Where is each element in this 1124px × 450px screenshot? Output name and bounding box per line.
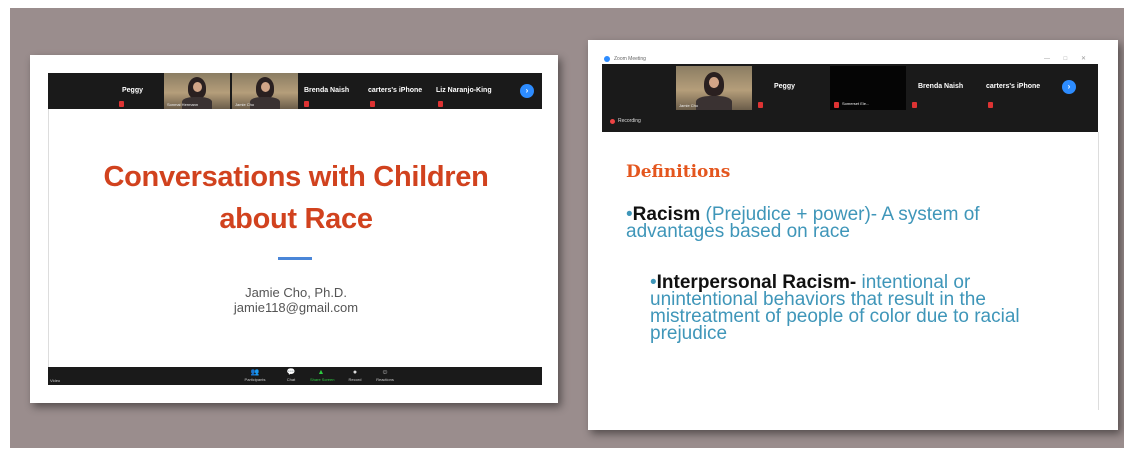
reactions-button[interactable]: ☺ Reactions <box>374 369 396 382</box>
reactions-icon: ☺ <box>381 369 389 376</box>
window-controls[interactable]: — □ ✕ <box>1044 55 1092 62</box>
slide-divider <box>278 257 312 260</box>
participant-face <box>704 72 724 96</box>
participant-body <box>250 97 280 109</box>
chat-button[interactable]: 💬 Chat <box>280 369 302 382</box>
right-participant-strip: Jamie Cho Peggy Somerset Ele... Brenda N… <box>602 64 1098 132</box>
participant-caption: Jamie Cho <box>235 102 255 107</box>
meeting-controls-bar: Video 👥 Participants 💬 Chat ▲ Share Scre… <box>48 367 542 385</box>
participant-name: carters's iPhone <box>986 83 1041 90</box>
muted-mic-icon <box>119 101 124 107</box>
slide-heading: Definitions <box>626 162 731 182</box>
chat-icon: 💬 <box>286 369 296 376</box>
muted-mic-icon <box>304 101 309 107</box>
slide-title-line2: about Race <box>219 203 373 235</box>
share-screen-button[interactable]: ▲ Share Screen <box>310 369 334 382</box>
video-control-label[interactable]: Video <box>50 378 60 383</box>
participant-video-tile[interactable]: Sonmai Hermann <box>164 73 230 109</box>
participant-caption: Somerset Ele... <box>842 101 870 106</box>
shared-slide-definitions: Definitions •Racism (Prejudice + power)-… <box>602 132 1099 410</box>
participant-tile[interactable]: carters's iPhone <box>366 73 432 109</box>
participant-tile[interactable]: Somerset Ele... <box>830 66 906 110</box>
participant-caption: Jamie Cho <box>679 103 699 108</box>
participant-name: Peggy <box>774 83 796 90</box>
window-title: Zoom Meeting <box>614 56 646 62</box>
participant-tile[interactable]: Peggy <box>88 73 160 109</box>
muted-mic-icon <box>370 101 375 107</box>
participant-name: carters's iPhone <box>368 87 423 94</box>
right-zoom-screenshot: Zoom Meeting — □ ✕ Jamie Cho Peggy Somer… <box>588 40 1118 430</box>
share-screen-icon: ▲ <box>317 369 325 376</box>
participant-name: Liz Naranjo-King <box>436 87 492 94</box>
participants-button[interactable]: 👥 Participants <box>244 369 266 382</box>
slide-email: jamie118@gmail.com <box>233 300 359 315</box>
slide-author: Jamie Cho, Ph.D. <box>245 285 347 300</box>
left-zoom-screenshot: Peggy Sonmai Hermann Jamie Cho Brenda Na… <box>30 55 558 403</box>
muted-mic-icon <box>438 101 443 107</box>
record-icon: ● <box>352 369 358 376</box>
participant-name: Peggy <box>122 87 144 94</box>
participant-tile[interactable]: Brenda Naish <box>908 66 984 110</box>
shared-slide-title: Conversations with Children about Race J… <box>48 109 543 367</box>
record-button[interactable]: ● Record <box>344 369 366 382</box>
definition-interpersonal-line4: prejudice <box>650 323 728 344</box>
participants-icon: 👥 <box>250 369 260 376</box>
recording-icon <box>610 119 615 124</box>
participant-caption: Sonmai Hermann <box>167 102 199 107</box>
participant-face <box>256 77 274 99</box>
zoom-logo-icon <box>604 56 610 62</box>
slide-title-line1: Conversations with Children <box>103 161 489 193</box>
participant-tile[interactable]: Brenda Naish <box>300 73 364 109</box>
participant-tile[interactable]: Liz Naranjo-King <box>434 73 512 109</box>
participant-video-tile[interactable]: Jamie Cho <box>232 73 298 109</box>
left-participant-strip: Peggy Sonmai Hermann Jamie Cho Brenda Na… <box>48 73 542 109</box>
muted-mic-icon <box>988 102 993 108</box>
participant-face <box>188 77 206 99</box>
definition-racism-line2: advantages based on race <box>626 221 850 242</box>
participant-body <box>696 96 732 110</box>
participant-name: Brenda Naish <box>304 87 350 94</box>
muted-mic-icon <box>834 102 839 108</box>
zoom-window-titlebar: Zoom Meeting — □ ✕ <box>602 54 1098 64</box>
next-participants-button[interactable]: › <box>520 84 534 98</box>
participant-name: Brenda Naish <box>918 83 964 90</box>
participant-tile[interactable]: carters's iPhone <box>984 66 1060 110</box>
recording-label: Recording <box>618 118 641 124</box>
participant-video-tile[interactable]: Jamie Cho <box>676 66 752 110</box>
participant-tile[interactable]: Peggy <box>754 66 830 110</box>
next-participants-button[interactable]: › <box>1062 80 1076 94</box>
muted-mic-icon <box>758 102 763 108</box>
muted-mic-icon <box>912 102 917 108</box>
